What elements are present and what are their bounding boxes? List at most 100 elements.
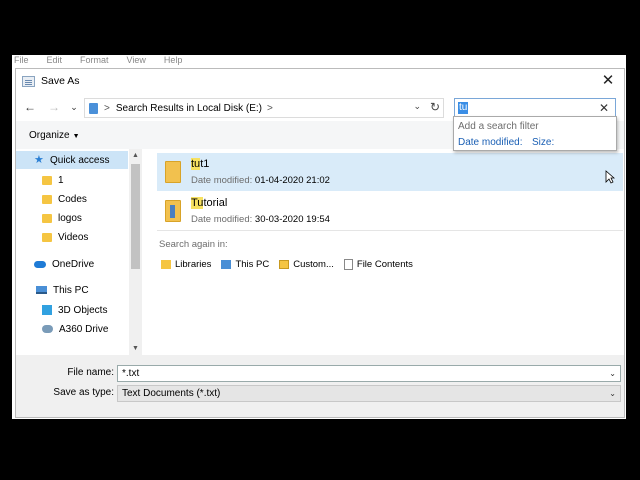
search-this-pc[interactable]: This PC xyxy=(221,259,269,270)
nav-item-logos[interactable]: logos xyxy=(16,209,128,227)
save-options-panel: File name: *.txt ⌄ Save as type: Text Do… xyxy=(16,355,624,417)
folder-icon xyxy=(42,194,52,204)
file-name-label: File name: xyxy=(67,367,114,378)
chevron-down-icon[interactable]: ⌄ xyxy=(609,386,616,401)
dialog-title: Save As xyxy=(41,75,80,87)
file-date: Date modified: 01-04-2020 21:02 xyxy=(191,175,330,186)
folder-icon xyxy=(165,200,181,222)
nav-item-this-pc[interactable]: This PC xyxy=(16,281,128,299)
menu-bar: File Edit Format View Help xyxy=(12,55,182,67)
match-highlight: tu xyxy=(191,158,201,170)
file-row-tutorial[interactable]: Tutorial Date modified: 30-03-2020 19:54 xyxy=(157,192,623,230)
folder-icon xyxy=(165,161,181,183)
nav-item-a360-drive[interactable]: A360 Drive xyxy=(16,320,128,338)
search-value[interactable]: tu xyxy=(458,102,469,114)
screen: File Edit Format View Help Save As ✕ ← →… xyxy=(0,0,640,480)
file-name: Tutorial xyxy=(191,197,227,209)
save-type-label: Save as type: xyxy=(53,387,114,398)
file-row-tut1[interactable]: tut1 Date modified: 01-04-2020 21:02 xyxy=(157,153,623,191)
filter-title: Add a search filter xyxy=(458,121,539,132)
menu-view[interactable]: View xyxy=(127,55,146,67)
chevron-right-icon[interactable]: > xyxy=(104,103,110,114)
nav-item-3d-objects[interactable]: 3D Objects xyxy=(16,301,128,319)
chevron-down-icon[interactable]: ⌄ xyxy=(413,101,421,112)
search-results-icon xyxy=(89,102,98,114)
close-button[interactable]: ✕ xyxy=(600,73,616,89)
title-bar: Save As ✕ xyxy=(16,69,624,93)
cloud-icon xyxy=(34,260,46,268)
document-icon xyxy=(343,259,353,270)
nav-item-label: Videos xyxy=(58,231,89,243)
scroll-down-icon[interactable]: ▼ xyxy=(129,342,142,355)
nav-item-label: OneDrive xyxy=(52,258,95,270)
recent-locations-button[interactable]: ⌄ xyxy=(66,99,82,115)
folder-icon xyxy=(42,213,52,223)
meta-value: 30-03-2020 19:54 xyxy=(254,214,330,225)
meta-label: Date modified: xyxy=(191,175,253,186)
nav-item-label: 1 xyxy=(58,174,64,186)
menu-format[interactable]: Format xyxy=(80,55,109,67)
menu-file[interactable]: File xyxy=(14,55,29,67)
organize-label: Organize xyxy=(29,130,70,141)
back-button[interactable]: ← xyxy=(22,99,38,115)
search-input[interactable]: tu ✕ xyxy=(454,98,616,118)
name-rest: t1 xyxy=(200,158,210,170)
nav-item-label: This PC xyxy=(53,284,89,296)
forward-button[interactable]: → xyxy=(46,99,62,115)
nav-item-label: logos xyxy=(58,212,82,224)
nav-item-quick-access[interactable]: ★ Quick access xyxy=(16,151,128,169)
search-libraries[interactable]: Libraries xyxy=(161,259,211,270)
computer-icon xyxy=(36,286,47,294)
clear-search-icon[interactable]: ✕ xyxy=(599,101,609,115)
search-custom[interactable]: Custom... xyxy=(279,259,334,270)
menu-help[interactable]: Help xyxy=(164,55,183,67)
file-name-field[interactable]: *.txt ⌄ xyxy=(117,365,621,382)
caret-down-icon: ▼ xyxy=(72,133,80,140)
file-list: tut1 Date modified: 01-04-2020 21:02 Tut… xyxy=(143,149,624,355)
address-bar[interactable]: > Search Results in Local Disk (E:) > ⌄ … xyxy=(84,98,444,118)
file-date: Date modified: 30-03-2020 19:54 xyxy=(191,214,330,225)
organize-button[interactable]: Organize ▼ xyxy=(29,130,80,141)
notepad-icon xyxy=(22,75,35,87)
name-rest: torial xyxy=(203,197,228,209)
nav-item-label: 3D Objects xyxy=(58,304,108,316)
meta-label: Date modified: xyxy=(191,214,253,225)
search-option-label: Libraries xyxy=(175,259,212,270)
cube-icon xyxy=(42,305,52,315)
scroll-up-icon[interactable]: ▲ xyxy=(129,149,142,162)
search-option-label: Custom... xyxy=(293,259,334,270)
match-highlight: Tu xyxy=(191,197,204,209)
nav-item-codes[interactable]: Codes xyxy=(16,190,128,208)
nav-item-onedrive[interactable]: OneDrive xyxy=(16,255,128,273)
nav-item-label: Quick access xyxy=(50,154,110,166)
search-again-options: Libraries This PC Custom... File Content… xyxy=(161,259,413,270)
file-name-value[interactable]: *.txt xyxy=(122,368,139,379)
custom-folder-icon xyxy=(279,260,290,269)
save-type-select[interactable]: Text Documents (*.txt) ⌄ xyxy=(117,385,621,402)
nav-item-label: Codes xyxy=(58,193,87,205)
search-file-contents[interactable]: File Contents xyxy=(343,259,413,270)
mouse-cursor-icon xyxy=(605,170,615,184)
drive-icon xyxy=(42,325,53,333)
chevron-right-icon[interactable]: > xyxy=(267,103,273,114)
chevron-down-icon[interactable]: ⌄ xyxy=(609,366,616,381)
search-filter-popup: Add a search filter Date modified: Size: xyxy=(453,116,617,151)
nav-item-label: A360 Drive xyxy=(59,323,109,335)
save-as-dialog: Save As ✕ ← → ⌄ > Search Results in Loca… xyxy=(15,68,625,418)
address-path[interactable]: Search Results in Local Disk (E:) xyxy=(116,103,262,114)
scroll-thumb[interactable] xyxy=(131,164,140,269)
folder-icon xyxy=(42,175,52,185)
file-name: tut1 xyxy=(191,158,209,170)
search-option-label: File Contents xyxy=(356,259,413,270)
refresh-icon[interactable]: ↻ xyxy=(430,100,440,114)
nav-item-folder-1[interactable]: 1 xyxy=(16,171,128,189)
filter-size[interactable]: Size: xyxy=(532,137,554,148)
menu-edit[interactable]: Edit xyxy=(47,55,63,67)
divider xyxy=(157,230,623,231)
save-type-value[interactable]: Text Documents (*.txt) xyxy=(122,388,220,399)
library-icon xyxy=(161,260,171,269)
nav-scrollbar[interactable]: ▲ ▼ xyxy=(129,149,142,355)
nav-item-videos[interactable]: Videos xyxy=(16,228,128,246)
filter-date-modified[interactable]: Date modified: xyxy=(458,137,522,148)
search-option-label: This PC xyxy=(235,259,270,270)
